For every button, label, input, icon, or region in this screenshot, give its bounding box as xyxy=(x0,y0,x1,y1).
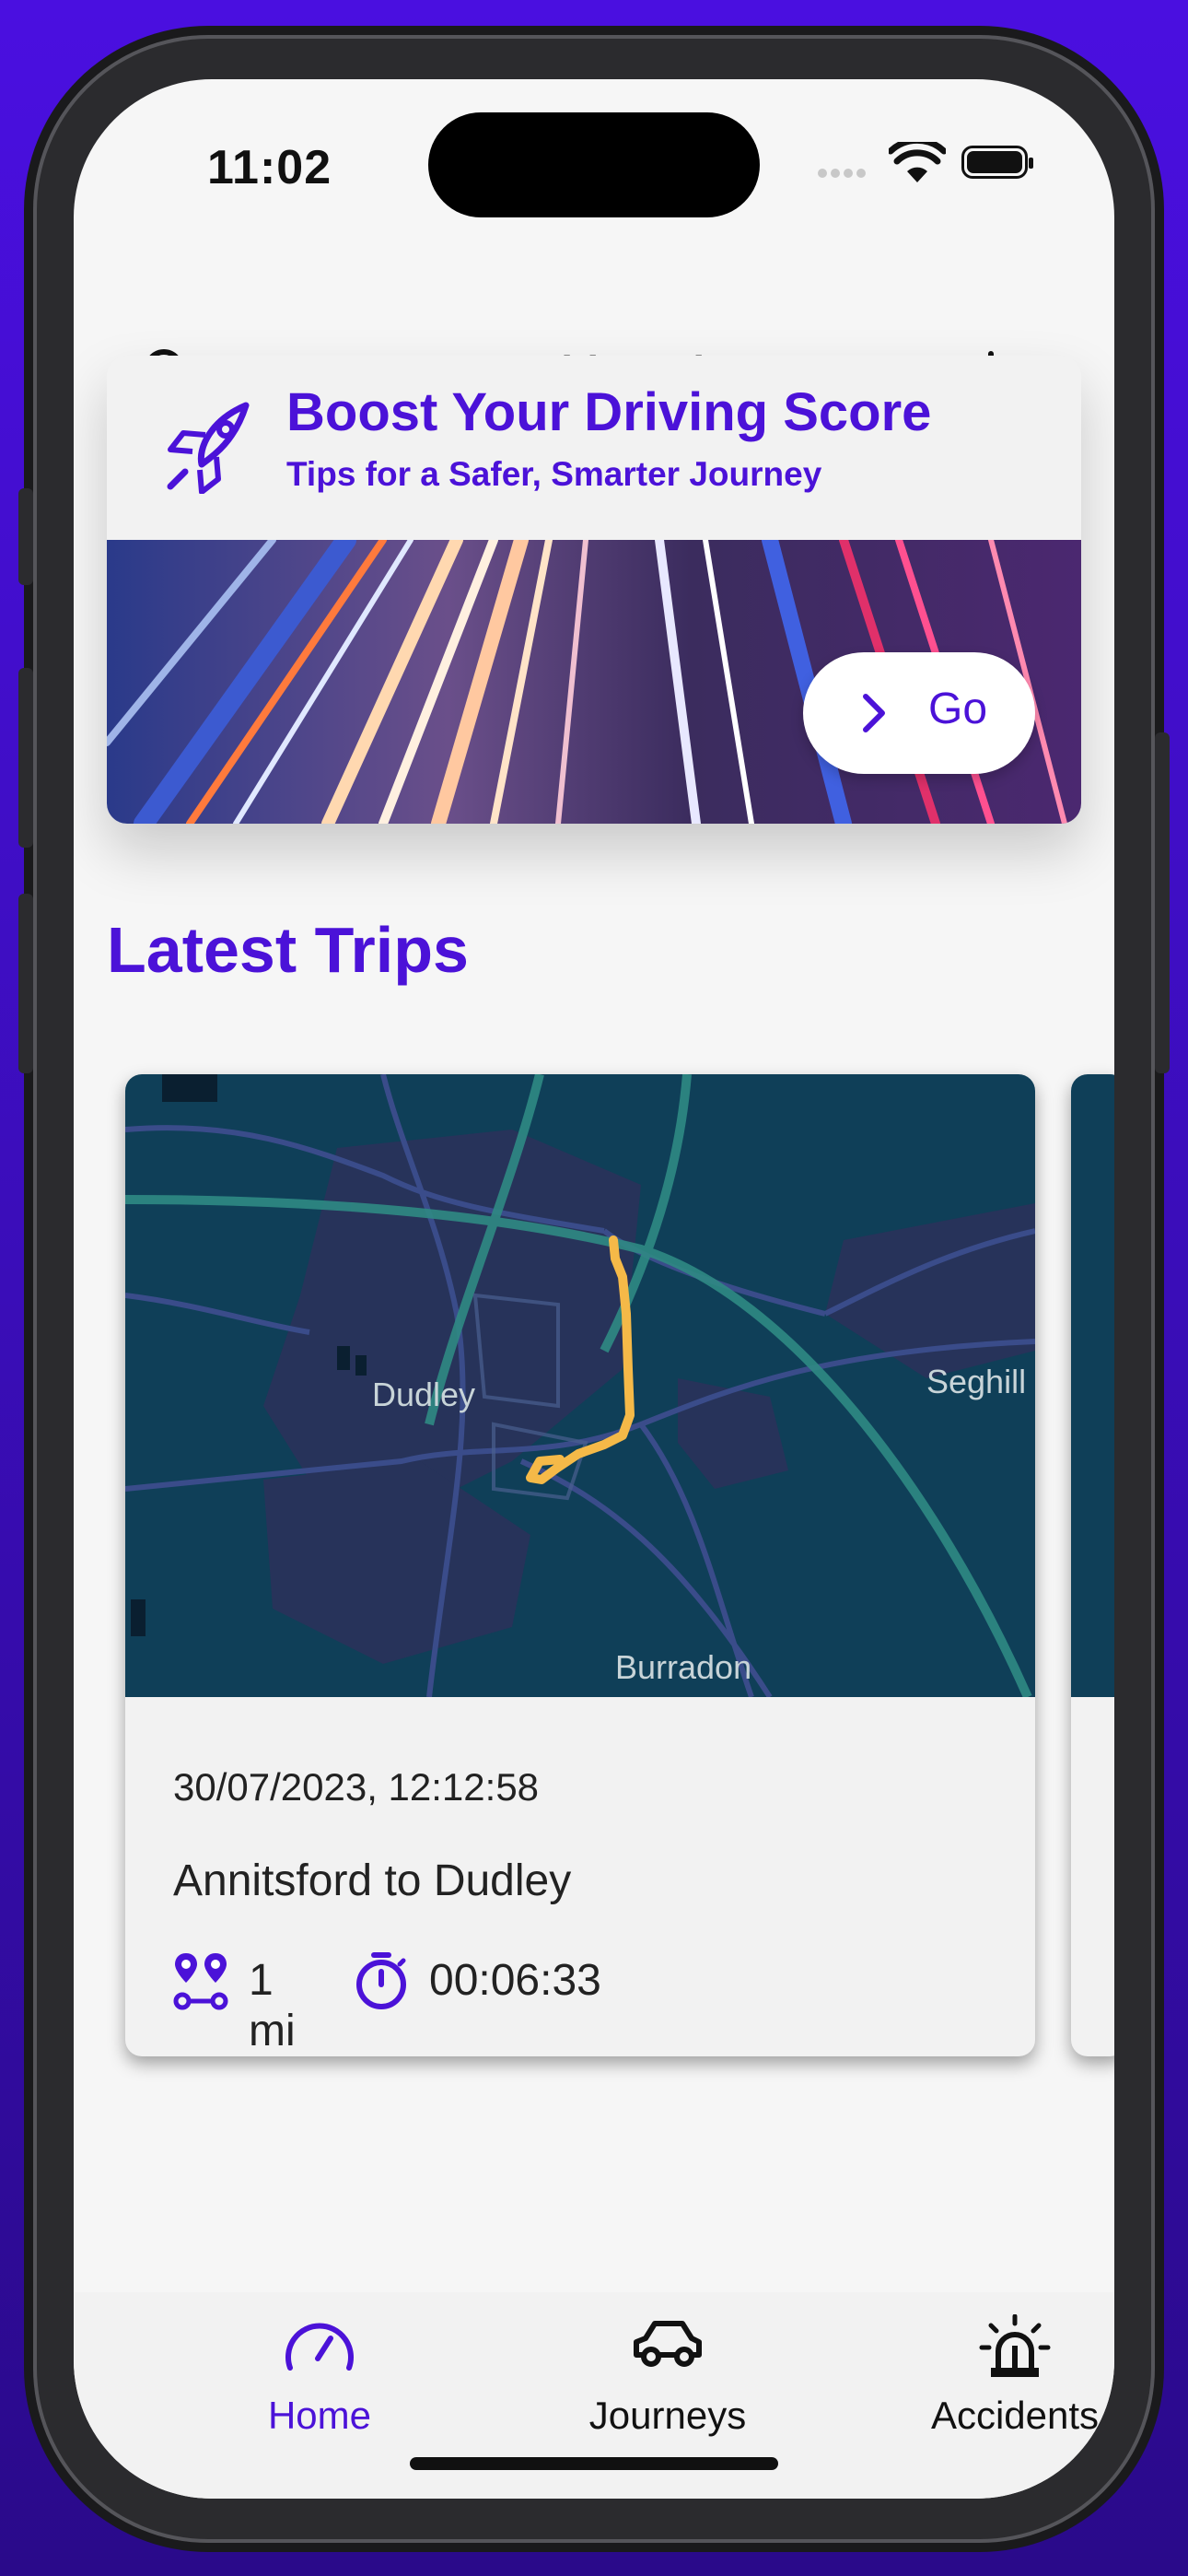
route-distance-icon xyxy=(173,1953,228,2010)
volume-down-button xyxy=(18,894,33,1073)
boost-header: Boost Your Driving Score Tips for a Safe… xyxy=(107,356,1081,540)
trip-map: Dudley Seghill Burradon xyxy=(125,1074,1035,1697)
status-bar: 11:02 xyxy=(74,79,1114,263)
map-label-dudley: Dudley xyxy=(372,1376,475,1413)
boost-subtitle: Tips for a Safer, Smarter Journey xyxy=(286,455,822,493)
home-indicator[interactable] xyxy=(410,2457,778,2470)
status-time: 11:02 xyxy=(207,141,332,194)
volume-up-button xyxy=(18,668,33,848)
wifi-icon xyxy=(889,142,946,182)
cellular-signal-icon xyxy=(818,166,873,184)
power-button xyxy=(1155,732,1170,1073)
trip-distance: 1 mi xyxy=(249,1956,296,2055)
go-button-label: Go xyxy=(928,685,988,733)
tab-journeys[interactable]: Journeys xyxy=(530,2292,806,2476)
trip-duration: 00:06:33 xyxy=(429,1956,601,2005)
map-label-burradon: Burradon xyxy=(615,1648,751,1686)
trip-card[interactable]: Dudley Seghill Burradon 30/07/2023, 12:1… xyxy=(125,1074,1035,2056)
trip-route: Annitsford to Dudley xyxy=(173,1856,572,1905)
rocket-icon xyxy=(167,402,250,494)
tab-journeys-label: Journeys xyxy=(588,2394,747,2437)
battery-icon xyxy=(961,146,1033,179)
latest-trips-heading: Latest Trips xyxy=(107,914,469,986)
map-label-seghill: Seghill xyxy=(926,1363,1026,1400)
trip-date: 30/07/2023, 12:12:58 xyxy=(173,1765,540,1809)
tab-home-label: Home xyxy=(267,2394,372,2437)
car-icon xyxy=(634,2321,702,2367)
next-trip-map xyxy=(1071,1074,1114,1697)
speedometer-icon xyxy=(285,2323,354,2371)
tab-home[interactable]: Home xyxy=(181,2292,458,2476)
app-screen: 11:02 Dashboard xyxy=(74,79,1114,2499)
go-button[interactable]: Go xyxy=(803,652,1035,774)
stopwatch-icon xyxy=(356,1952,406,2009)
next-trip-card[interactable] xyxy=(1071,1074,1114,2056)
dynamic-island xyxy=(428,112,760,217)
tab-accidents[interactable]: Accidents xyxy=(877,2292,1114,2476)
siren-icon xyxy=(979,2314,1051,2377)
tab-accidents-label: Accidents xyxy=(930,2394,1100,2437)
chevron-right-icon xyxy=(863,694,885,732)
boost-title: Boost Your Driving Score xyxy=(286,382,932,442)
boost-score-card[interactable]: Boost Your Driving Score Tips for a Safe… xyxy=(107,356,1081,824)
action-button xyxy=(18,488,33,585)
